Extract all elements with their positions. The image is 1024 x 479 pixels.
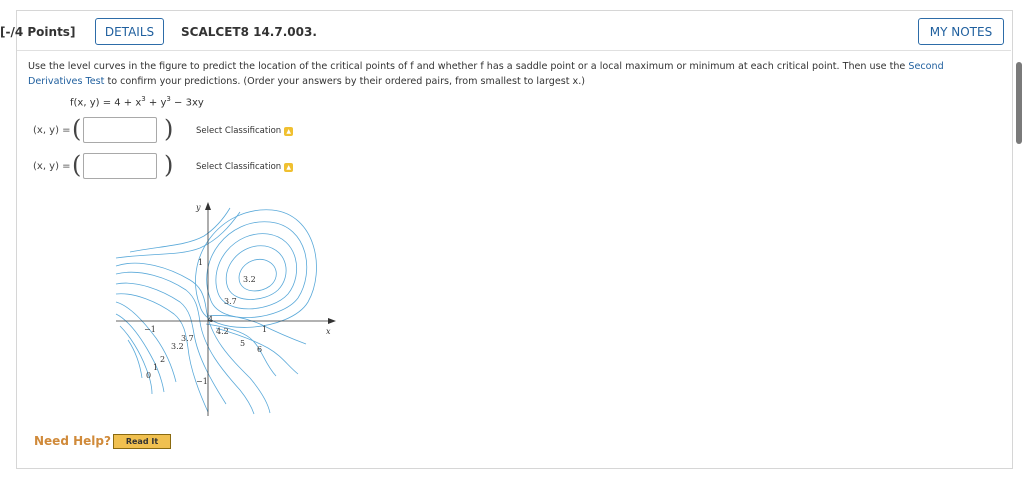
- contour-label-1: 1: [153, 363, 158, 372]
- question-text-part2: to confirm your predictions. (Order your…: [104, 76, 586, 87]
- close-paren-1: ): [164, 115, 174, 143]
- contour-label-4: 4: [208, 315, 213, 324]
- tick-x-1: 1: [262, 325, 267, 334]
- tick-x-neg1: −1: [144, 325, 156, 334]
- contour-line: [115, 301, 177, 383]
- contour-line: [195, 209, 317, 328]
- contour-label-3-2: 3.2: [243, 275, 256, 284]
- contour-line: [115, 271, 255, 415]
- critical-point-input-2[interactable]: [83, 153, 157, 179]
- contour-label-6: 6: [257, 345, 262, 354]
- contour-line: [115, 313, 165, 393]
- answer-label-1: (x, y) =: [33, 125, 71, 136]
- x-axis-label: x: [326, 327, 331, 336]
- function-formula: f(x, y) = 4 + x3 + y3 − 3xy: [70, 95, 204, 108]
- formula-part2: + y: [145, 97, 167, 109]
- contour-line: [129, 207, 231, 253]
- scrollbar[interactable]: [1016, 62, 1022, 144]
- critical-point-input-1[interactable]: [83, 117, 157, 143]
- contour-label-4-2: 4.2: [216, 327, 229, 336]
- problem-code: SCALCET8 14.7.003.: [181, 25, 317, 39]
- question-text: Use the level curves in the figure to pr…: [28, 59, 968, 89]
- select-arrow-icon: ▲: [284, 126, 294, 136]
- contour-line: [225, 245, 287, 300]
- contour-label-3-7: 3.7: [224, 297, 237, 306]
- close-paren-2: ): [164, 151, 174, 179]
- question-text-part1: Use the level curves in the figure to pr…: [28, 61, 909, 72]
- classification-select-1[interactable]: Select Classification ▲: [196, 126, 294, 136]
- contour-lines: [115, 207, 317, 415]
- level-curves-figure: y x 1 −1 1 −1 3.2 3.7 4 4.2 5 6 3.7 3.2 …: [115, 202, 336, 416]
- select-arrow-icon: ▲: [284, 162, 294, 172]
- need-help-label: Need Help?: [34, 434, 111, 448]
- header-divider: [17, 50, 1011, 51]
- details-button[interactable]: DETAILS: [95, 18, 164, 45]
- formula-part3: − 3xy: [170, 97, 204, 109]
- classification-select-1-label: Select Classification: [196, 126, 282, 136]
- contour-line: [115, 293, 209, 413]
- contour-label-2: 2: [160, 355, 165, 364]
- tick-y-neg1: −1: [196, 377, 208, 386]
- my-notes-button[interactable]: MY NOTES: [918, 18, 1004, 45]
- read-it-button[interactable]: Read It: [113, 434, 171, 449]
- tick-y-1: 1: [198, 258, 203, 267]
- contour-line: [119, 325, 153, 395]
- contour-label-0: 0: [146, 371, 151, 380]
- answer-label-2: (x, y) =: [33, 161, 71, 172]
- open-paren-1: (: [72, 115, 82, 143]
- x-axis-arrow-icon: [328, 318, 336, 324]
- classification-select-2-label: Select Classification: [196, 162, 282, 172]
- classification-select-2[interactable]: Select Classification ▲: [196, 162, 294, 172]
- contour-line: [206, 221, 308, 318]
- contour-label-3-2b: 3.2: [171, 342, 184, 351]
- points-label: [-/4 Points]: [0, 25, 76, 39]
- open-paren-2: (: [72, 151, 82, 179]
- y-axis-arrow-icon: [205, 202, 211, 210]
- contour-label-5: 5: [240, 339, 245, 348]
- y-axis-label: y: [195, 203, 201, 212]
- formula-part1: f(x, y) = 4 + x: [70, 97, 142, 109]
